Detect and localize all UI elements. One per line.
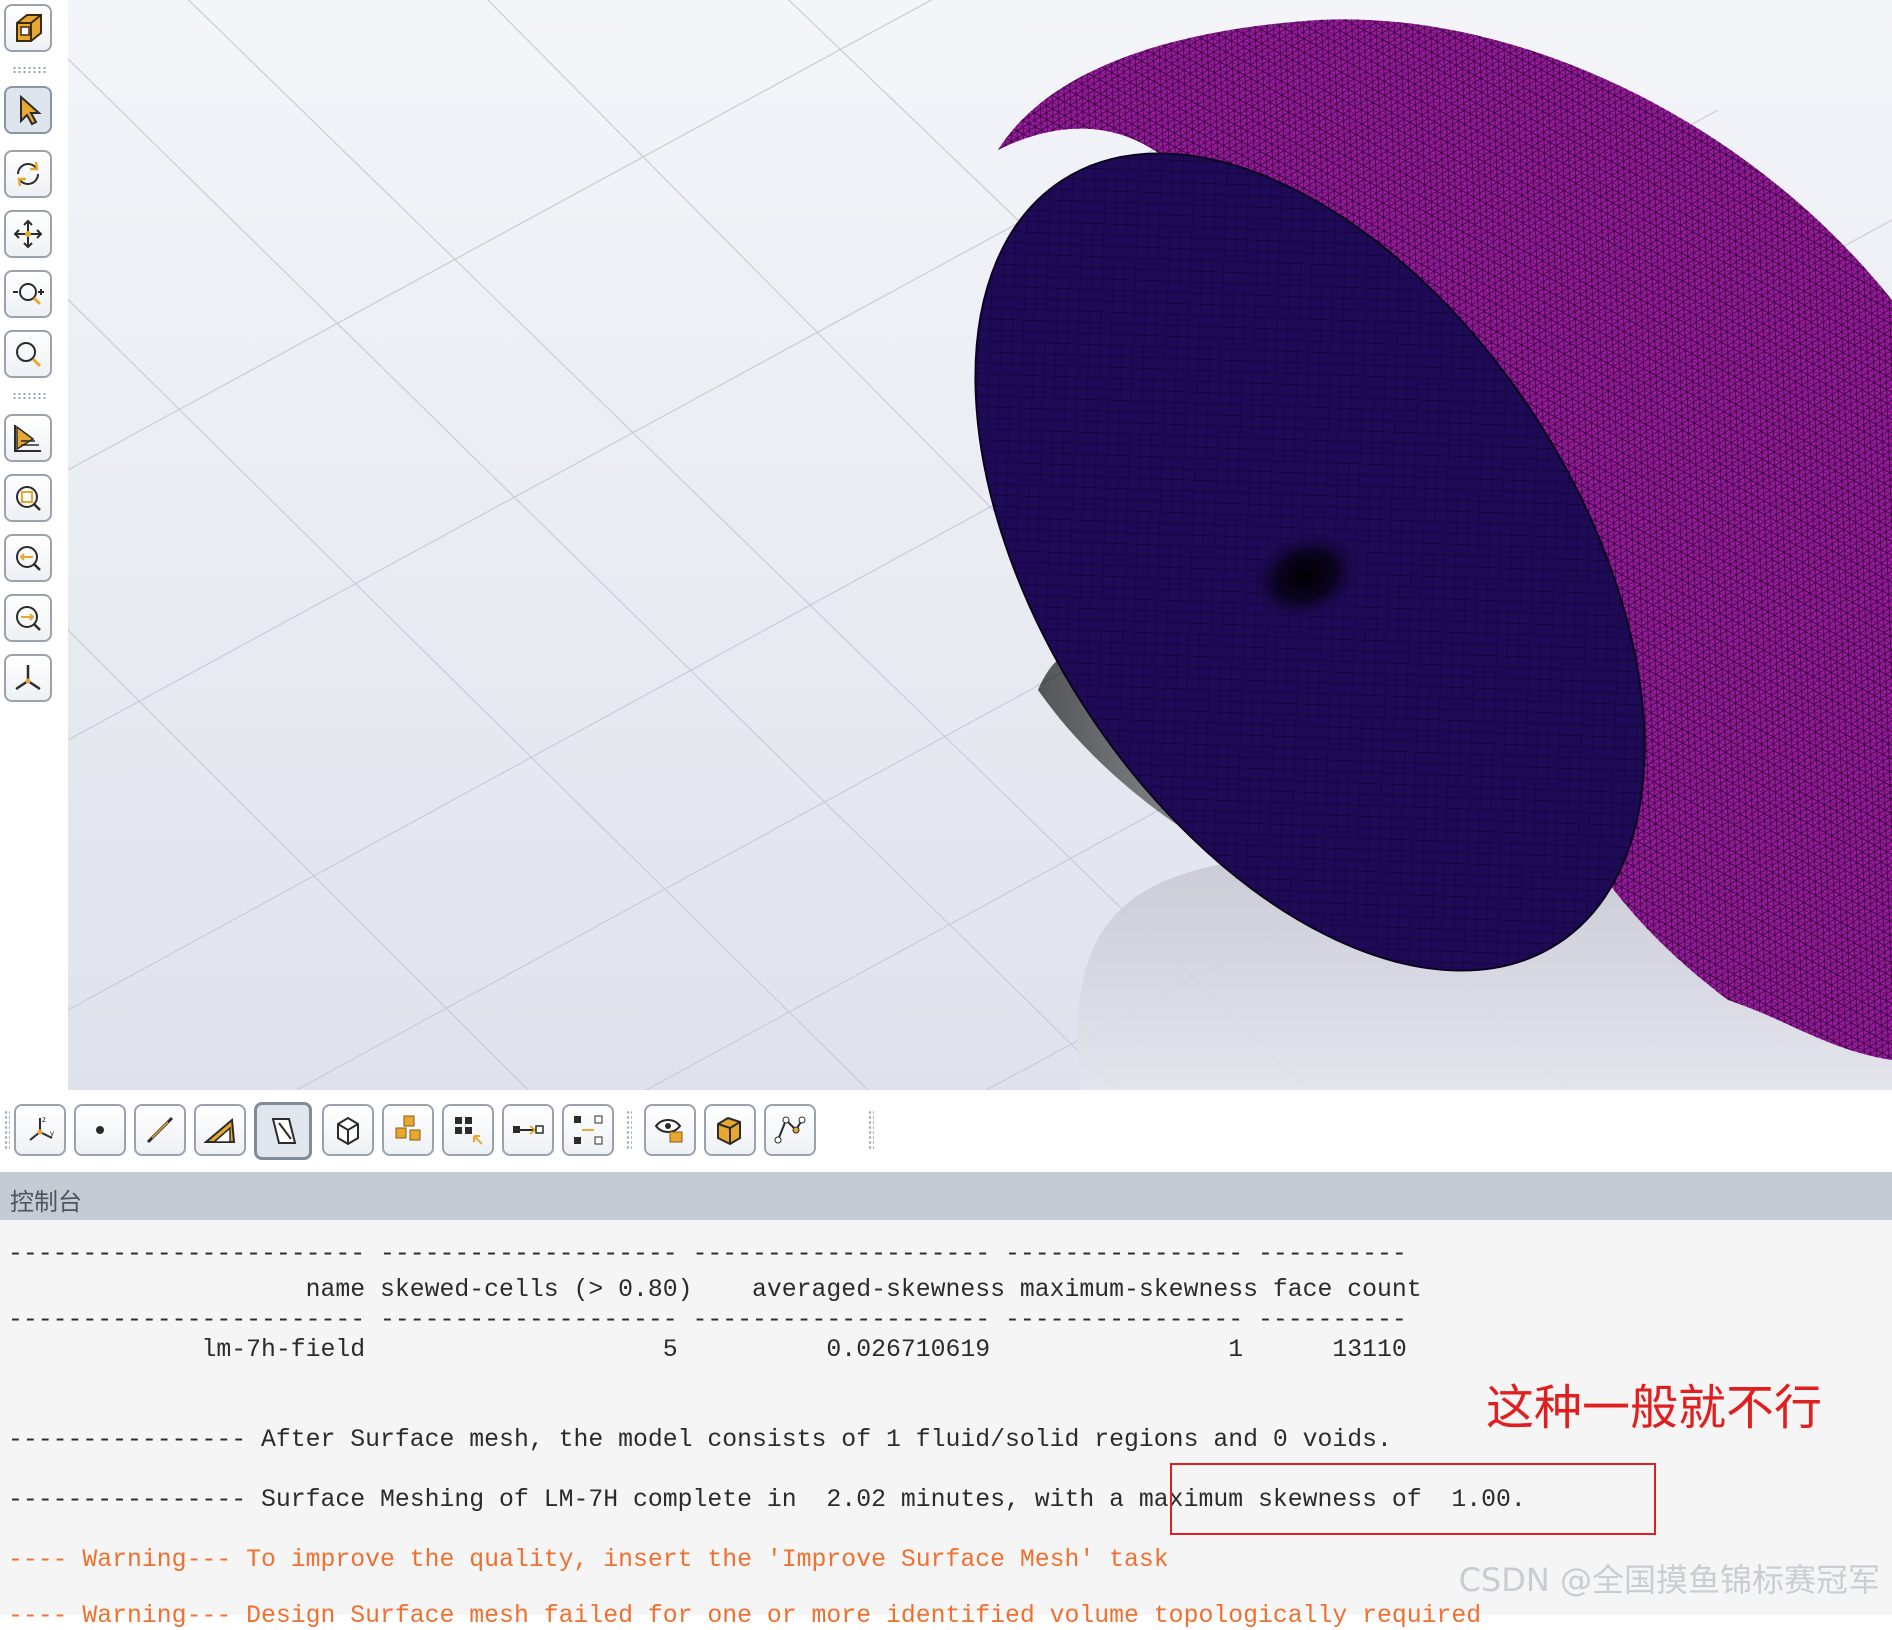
pan-button[interactable] — [4, 210, 52, 258]
zoom-extent-button[interactable] — [4, 594, 52, 642]
zoom-out-icon — [16, 546, 41, 571]
zoom-in-out-icon — [13, 283, 44, 306]
toolbar-grip[interactable] — [868, 1110, 874, 1150]
point-select-icon — [96, 1126, 104, 1134]
console-warning-line: ---- Warning--- Design Surface mesh fail… — [8, 1602, 1482, 1630]
view-cube-button[interactable] — [4, 4, 52, 52]
graphics-viewport[interactable] — [68, 0, 1892, 1090]
rotate-icon — [17, 161, 39, 187]
multi-body-select-button[interactable] — [382, 1104, 434, 1156]
annotation-highlight-box — [1170, 1463, 1656, 1535]
axes-button[interactable] — [4, 654, 52, 702]
zoom-button[interactable] — [4, 330, 52, 378]
face-select-button[interactable] — [194, 1104, 246, 1156]
connect-button[interactable] — [502, 1104, 554, 1156]
toolbar-grip[interactable] — [12, 66, 46, 74]
console-line: ------------------------ ---------------… — [8, 1306, 1407, 1334]
box-select-icon — [455, 1117, 483, 1145]
face-select-icon — [203, 1117, 236, 1143]
toolbar-grip[interactable] — [626, 1110, 632, 1150]
select-button[interactable] — [4, 86, 52, 134]
console-line: ---------------- After Surface mesh, the… — [8, 1426, 1392, 1454]
zoom-in-out-button[interactable] — [4, 270, 52, 318]
pan-icon — [13, 219, 43, 249]
distribute-button[interactable] — [562, 1104, 614, 1156]
show-body-button[interactable] — [704, 1104, 756, 1156]
hide-button[interactable] — [644, 1104, 696, 1156]
mesh-scene — [68, 0, 1892, 1090]
view-cube-icon — [16, 14, 42, 42]
box-select-button[interactable] — [442, 1104, 494, 1156]
left-toolbar — [0, 0, 68, 1090]
edge-select-button[interactable] — [134, 1104, 186, 1156]
distribute-icon — [574, 1115, 603, 1145]
toolbar-grip[interactable] — [12, 392, 46, 400]
select-arrow-icon — [20, 94, 42, 126]
svg-text:z: z — [42, 1115, 46, 1124]
surface-select-button[interactable] — [254, 1102, 312, 1160]
body-select-icon — [337, 1116, 359, 1146]
display-options-button[interactable] — [4, 414, 52, 462]
axes-icon — [15, 665, 41, 691]
axis-filter-button[interactable]: z y — [14, 1104, 66, 1156]
console-line: lm-7h-field 5 0.026710619 1 13110 — [8, 1336, 1407, 1364]
rotate-button[interactable] — [4, 150, 52, 198]
display-icon — [14, 425, 41, 452]
console-header: 控制台 — [0, 1172, 1892, 1220]
zoom-to-fit-button[interactable] — [4, 474, 52, 522]
edge-select-icon — [146, 1116, 174, 1144]
surface-select-icon — [271, 1118, 297, 1144]
mesh-nodes-icon — [774, 1116, 806, 1144]
watermark: CSDN @全国摸鱼锦标赛冠军 — [1458, 1561, 1880, 1599]
mesh-nodes-button[interactable] — [764, 1104, 816, 1156]
point-select-button[interactable] — [74, 1104, 126, 1156]
zoom-out-button[interactable] — [4, 534, 52, 582]
selection-toolbar: z y — [0, 1092, 1892, 1170]
axis-filter-icon: z y — [29, 1115, 54, 1141]
show-body-icon — [717, 1116, 741, 1146]
console-title: 控制台 — [10, 1188, 82, 1216]
console-line: ------------------------ ---------------… — [8, 1240, 1407, 1268]
console-line: name skewed-cells (> 0.80) averaged-skew… — [8, 1276, 1422, 1304]
zoom-to-fit-icon — [16, 486, 41, 511]
console-warning-line: ---- Warning--- To improve the quality, … — [8, 1546, 1169, 1574]
zoom-extent-icon — [16, 606, 41, 631]
toolbar-grip[interactable] — [4, 1110, 10, 1150]
connect-icon — [513, 1125, 544, 1135]
zoom-icon — [16, 342, 42, 368]
annotation-note: 这种一般就不行 — [1486, 1380, 1823, 1436]
body-select-button[interactable] — [322, 1104, 374, 1156]
svg-text:y: y — [50, 1129, 54, 1138]
multi-body-select-icon — [395, 1115, 421, 1141]
hide-icon — [654, 1119, 683, 1143]
